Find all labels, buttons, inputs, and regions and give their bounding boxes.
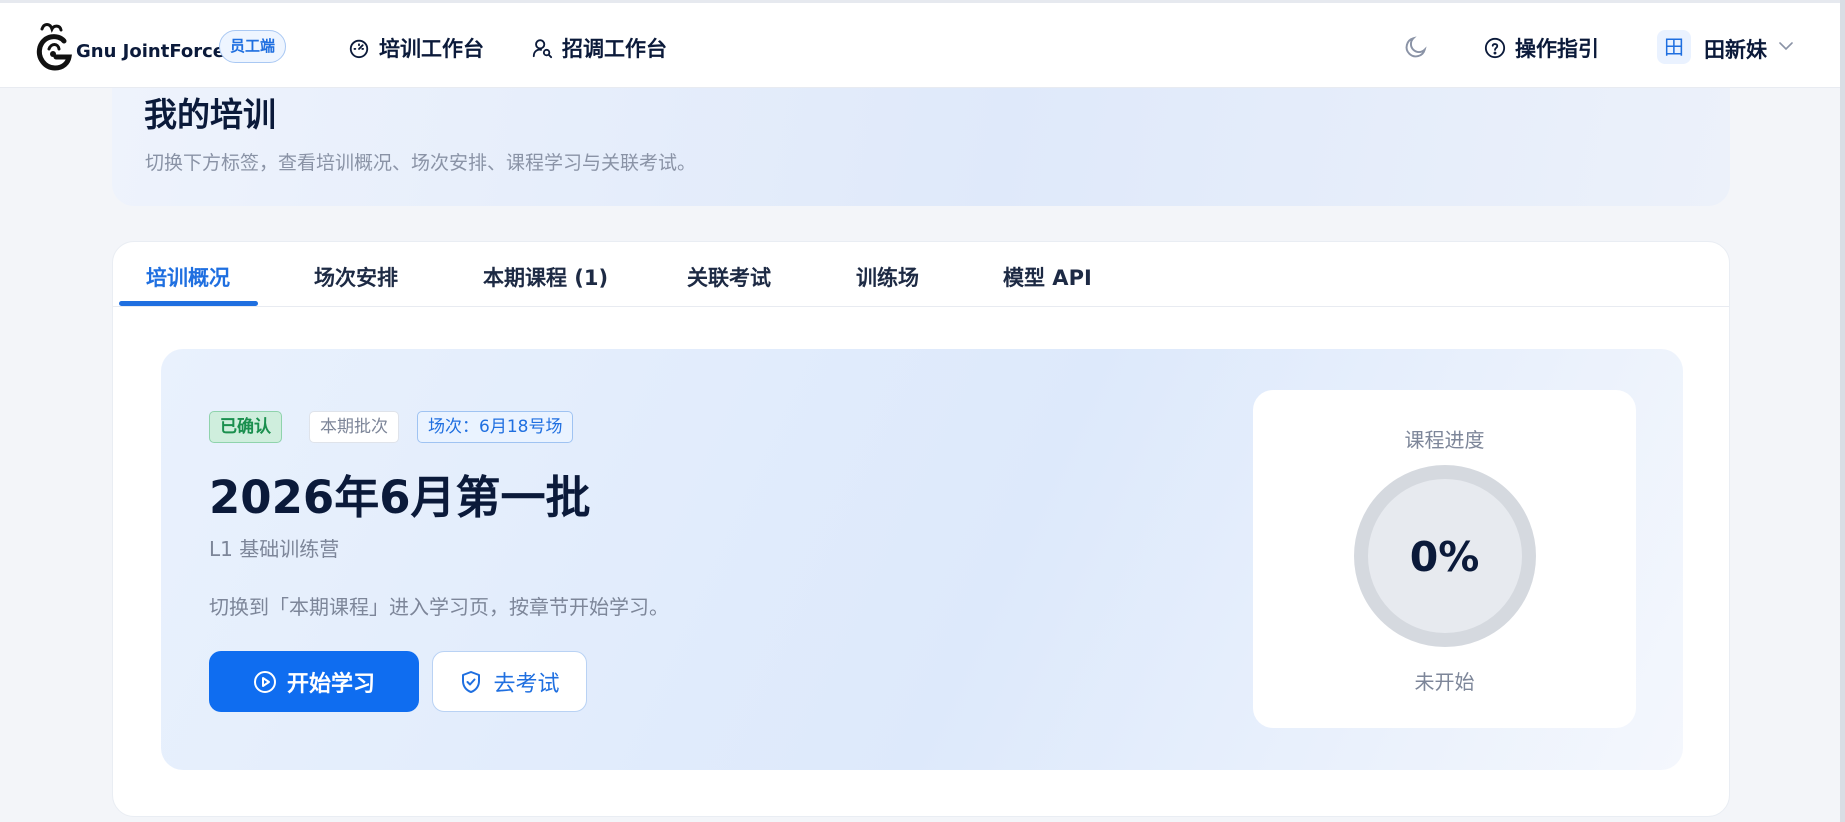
go-exam-button[interactable]: 去考试	[432, 651, 587, 712]
tab-bar: 培训概况 场次安排 本期课程 (1) 关联考试 训练场 模型 API	[113, 242, 1729, 307]
gnu-logo-icon	[36, 23, 72, 71]
moon-icon[interactable]	[1403, 34, 1429, 60]
start-learning-button[interactable]: 开始学习	[209, 651, 419, 712]
brand-name: Gnu JointForce	[76, 40, 226, 62]
tab-exams[interactable]: 关联考试	[687, 262, 771, 292]
page-subtitle: 切换下方标签，查看培训概况、场次安排、课程学习与关联考试。	[145, 152, 697, 174]
guide-label: 操作指引	[1515, 37, 1599, 61]
course-progress-card: 课程进度 0% 未开始	[1253, 390, 1636, 728]
tab-schedule[interactable]: 场次安排	[314, 262, 398, 292]
top-bar: Gnu JointForce 员工端 培训工作台 招调工作台 操作指引 田 田新…	[0, 0, 1845, 88]
operation-guide-button[interactable]: 操作指引	[1484, 33, 1599, 63]
status-badge-confirmed: 已确认	[209, 411, 282, 443]
tab-practice[interactable]: 训练场	[856, 262, 919, 292]
shield-check-icon	[462, 670, 481, 693]
active-tab-indicator	[119, 301, 258, 306]
nav-training-workbench[interactable]: 培训工作台	[348, 33, 484, 63]
tab-model-api[interactable]: 模型 API	[1003, 262, 1092, 292]
start-learning-label: 开始学习	[286, 671, 375, 697]
brand-logo[interactable]: Gnu JointForce	[34, 21, 225, 73]
go-exam-label: 去考试	[493, 671, 560, 697]
progress-status: 未开始	[1414, 670, 1475, 694]
session-badge: 场次：6月18号场	[417, 411, 574, 443]
page-title: 我的培训	[144, 95, 276, 134]
training-panel: 培训概况 场次安排 本期课程 (1) 关联考试 训练场 模型 API 已确认 本…	[112, 241, 1730, 817]
nav-recruit-workbench[interactable]: 招调工作台	[531, 33, 667, 63]
play-circle-icon	[253, 670, 276, 693]
nav-training-label: 培训工作台	[379, 37, 484, 61]
user-search-icon	[532, 39, 553, 59]
page-header: 我的培训 切换下方标签，查看培训概况、场次安排、课程学习与关联考试。	[112, 82, 1730, 206]
tab-overview[interactable]: 培训概况	[146, 262, 230, 292]
chevron-down-icon[interactable]	[1779, 41, 1793, 51]
dashboard-icon	[349, 39, 369, 59]
avatar[interactable]: 田	[1657, 30, 1691, 64]
user-name[interactable]: 田新妹	[1704, 34, 1767, 64]
batch-badge: 本期批次	[309, 411, 399, 443]
training-overview-card: 已确认 本期批次 场次：6月18号场 2026年6月第一批 L1 基础训练营 切…	[161, 349, 1683, 770]
progress-label: 课程进度	[1404, 428, 1485, 452]
training-hint: 切换到「本期课程」进入学习页，按章节开始学习。	[209, 595, 669, 619]
page-scrollbar[interactable]	[1840, 0, 1845, 822]
tab-courses[interactable]: 本期课程 (1)	[483, 262, 608, 292]
help-circle-icon	[1484, 37, 1506, 59]
nav-recruit-label: 招调工作台	[562, 37, 667, 61]
training-title: 2026年6月第一批	[209, 471, 591, 524]
role-badge: 员工端	[219, 30, 287, 63]
progress-value: 0%	[1409, 533, 1480, 581]
training-subtitle: L1 基础训练营	[209, 537, 340, 561]
